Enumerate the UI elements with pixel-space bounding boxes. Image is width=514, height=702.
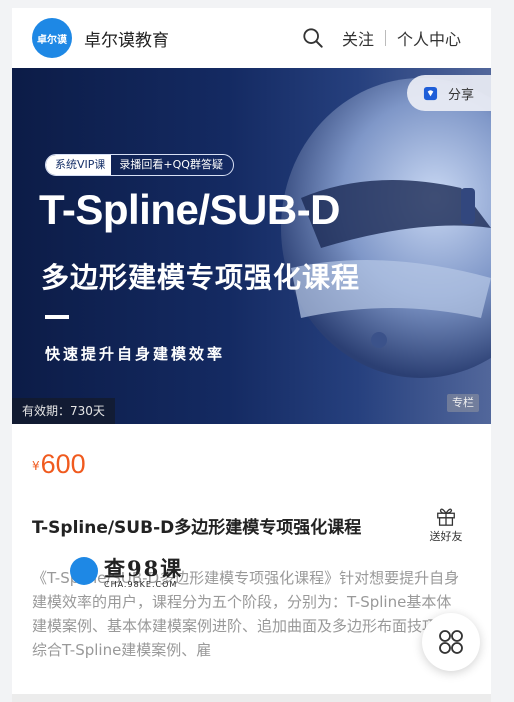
brand-name[interactable]: 卓尔谟教育 bbox=[84, 26, 169, 51]
share-icon bbox=[423, 86, 438, 100]
header-divider bbox=[384, 30, 386, 46]
banner-title-cn: 多边形建模专项强化课程 bbox=[41, 261, 361, 294]
gift-label: 送好友 bbox=[429, 530, 463, 543]
floating-menu-button[interactable] bbox=[422, 613, 480, 671]
logo-text: 卓尔谟 bbox=[37, 34, 67, 46]
share-button[interactable]: 分享 bbox=[407, 75, 491, 111]
brand-logo[interactable]: 卓尔谟 bbox=[32, 18, 72, 58]
type-badge: 专栏 bbox=[447, 394, 479, 412]
personal-center-link[interactable]: 个人中心 bbox=[397, 26, 461, 50]
gift-icon bbox=[437, 508, 455, 526]
watermark-url: CHA.98KE.COM bbox=[104, 580, 178, 589]
header: 卓尔谟 卓尔谟教育 关注 个人中心 bbox=[12, 8, 491, 68]
gift-to-friend-button[interactable]: 送好友 bbox=[424, 505, 468, 544]
watermark-logo-icon bbox=[70, 557, 98, 585]
validity-label: 有效期：730天 bbox=[12, 398, 115, 424]
course-banner: 分享 系统VIP课 录播回看+QQ群答疑 T-Spline/SUB-D 多边形建… bbox=[12, 68, 491, 424]
header-actions: 关注 个人中心 bbox=[302, 8, 461, 68]
bottom-divider bbox=[12, 694, 491, 702]
course-tags: 系统VIP课 录播回看+QQ群答疑 bbox=[45, 154, 234, 176]
banner-subline: 快速提升自身建模效率 bbox=[45, 345, 226, 363]
banner-title-en: T-Spline/SUB-D bbox=[39, 186, 341, 233]
currency-symbol: ¥ bbox=[32, 459, 40, 473]
share-label: 分享 bbox=[448, 87, 475, 103]
banner-divider bbox=[45, 315, 69, 319]
watermark: 查98课 CHA.98KE.COM bbox=[70, 553, 206, 595]
price-value: 600 bbox=[40, 449, 86, 479]
grid-menu-icon bbox=[439, 630, 463, 654]
course-page: 卓尔谟 卓尔谟教育 关注 个人中心 分享 系统VIP课 录播回看+QQ群答疑 T… bbox=[12, 8, 491, 702]
course-title: T-Spline/SUB-D多边形建模专项强化课程 bbox=[32, 518, 362, 538]
price: ¥600 bbox=[32, 449, 86, 480]
tag-vip: 系统VIP课 bbox=[46, 155, 112, 175]
tag-replay: 录播回看+QQ群答疑 bbox=[119, 158, 223, 171]
search-icon[interactable] bbox=[302, 27, 324, 49]
watermark-text: 查98课 bbox=[104, 556, 184, 581]
follow-button[interactable]: 关注 bbox=[342, 26, 374, 50]
